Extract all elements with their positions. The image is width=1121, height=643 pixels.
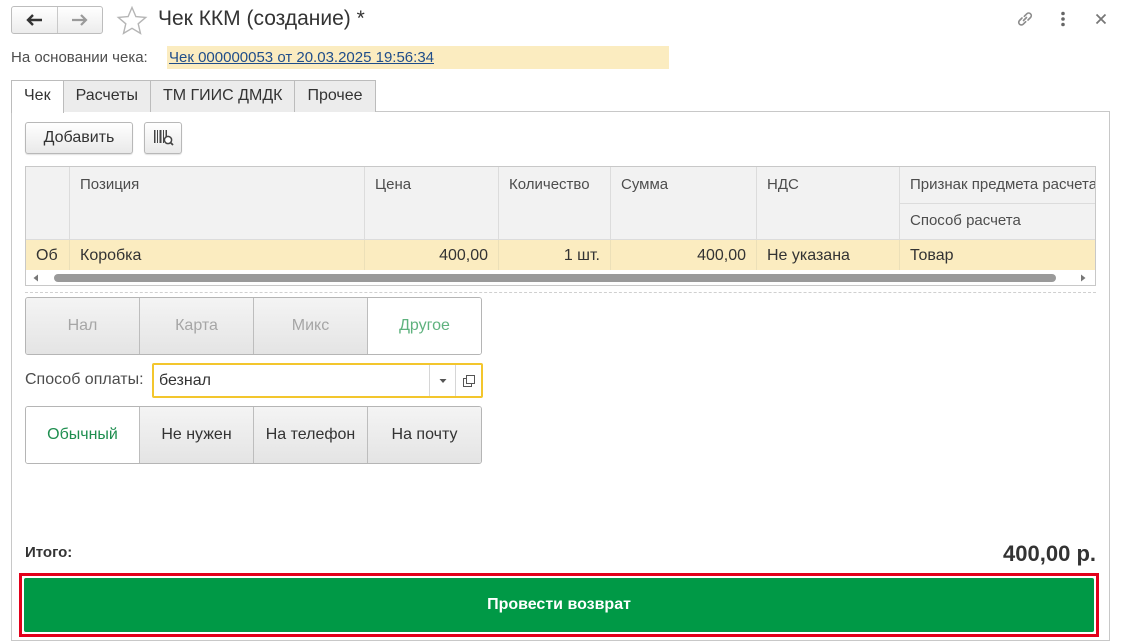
row-sum[interactable]: 400,00: [611, 240, 757, 270]
table-header-payment-method[interactable]: Способ расчета: [910, 212, 1021, 229]
scrollbar-thumb[interactable]: [54, 274, 1056, 282]
payment-method-open-button[interactable]: [455, 365, 481, 396]
row-quantity[interactable]: 1 шт.: [499, 240, 611, 270]
payment-method-label: Способ оплаты:: [25, 371, 144, 388]
payment-type-group: Нал Карта Микс Другое: [25, 297, 482, 355]
window-title: Чек ККМ (создание) *: [158, 7, 365, 30]
star-icon[interactable]: [116, 5, 148, 37]
tab-other[interactable]: Прочее: [294, 80, 376, 112]
total-label: Итого:: [25, 544, 73, 561]
open-form-icon: [462, 374, 475, 387]
items-table: Позиция Цена Количество Сумма НДС Призна…: [25, 166, 1096, 286]
chevron-down-icon: [439, 378, 446, 383]
link-icon[interactable]: [1015, 9, 1035, 29]
table-header-position[interactable]: Позиция: [70, 167, 365, 239]
basis-label: На основании чека:: [11, 49, 148, 66]
payment-type-cash[interactable]: Нал: [26, 298, 140, 354]
submit-return-button[interactable]: Провести возврат: [24, 578, 1094, 632]
table-header-quantity[interactable]: Количество: [499, 167, 611, 239]
add-button[interactable]: Добавить: [25, 122, 133, 154]
row-position[interactable]: Коробка: [70, 240, 365, 270]
receipt-delivery-group: Обычный Не нужен На телефон На почту: [25, 406, 482, 464]
tab-giis-dmdk[interactable]: ТМ ГИИС ДМДК: [149, 80, 296, 112]
row-vat[interactable]: Не указана: [757, 240, 900, 270]
more-icon[interactable]: [1053, 9, 1073, 29]
scroll-right-icon[interactable]: [1079, 274, 1087, 282]
tab-bar: Чек Расчеты ТМ ГИИС ДМДК Прочее: [11, 80, 376, 113]
row-mark: Об: [26, 240, 70, 270]
payment-type-card[interactable]: Карта: [140, 298, 254, 354]
back-button[interactable]: [12, 7, 57, 33]
section-divider: [25, 292, 1096, 293]
history-nav-group: [11, 6, 103, 34]
table-header-vat[interactable]: НДС: [757, 167, 900, 239]
delivery-phone[interactable]: На телефон: [254, 407, 368, 463]
table-header-mark: [26, 167, 70, 239]
payment-type-other[interactable]: Другое: [368, 298, 481, 354]
close-icon[interactable]: [1091, 9, 1111, 29]
total-value: 400,00 р.: [1003, 541, 1096, 566]
row-price[interactable]: 400,00: [365, 240, 499, 270]
scroll-left-icon[interactable]: [32, 274, 40, 282]
header-divider: [900, 203, 1095, 204]
arrow-left-icon: [26, 14, 43, 26]
horizontal-scrollbar[interactable]: [26, 270, 1095, 285]
barcode-search-icon: [154, 130, 174, 146]
delivery-normal[interactable]: Обычный: [26, 407, 140, 463]
delivery-not-needed[interactable]: Не нужен: [140, 407, 254, 463]
payment-method-field: [152, 363, 483, 398]
row-subject[interactable]: Товар: [900, 240, 1095, 270]
payment-type-mix[interactable]: Микс: [254, 298, 368, 354]
table-header-sum[interactable]: Сумма: [611, 167, 757, 239]
arrow-right-icon: [71, 14, 88, 26]
table-header-subject[interactable]: Признак предмета расчета Способ расчета: [900, 167, 1095, 239]
payment-method-dropdown-button[interactable]: [429, 365, 455, 396]
table-header-price[interactable]: Цена: [365, 167, 499, 239]
forward-button[interactable]: [56, 7, 103, 33]
tab-check[interactable]: Чек: [11, 80, 64, 113]
basis-receipt-link[interactable]: Чек 000000053 от 20.03.2025 19:56:34: [167, 46, 669, 69]
tab-settlements[interactable]: Расчеты: [62, 80, 151, 112]
payment-method-input[interactable]: [154, 365, 429, 396]
delivery-email[interactable]: На почту: [368, 407, 481, 463]
table-row[interactable]: Об Коробка 400,00 1 шт. 400,00 Не указан…: [26, 240, 1095, 270]
barcode-search-button[interactable]: [144, 122, 182, 154]
